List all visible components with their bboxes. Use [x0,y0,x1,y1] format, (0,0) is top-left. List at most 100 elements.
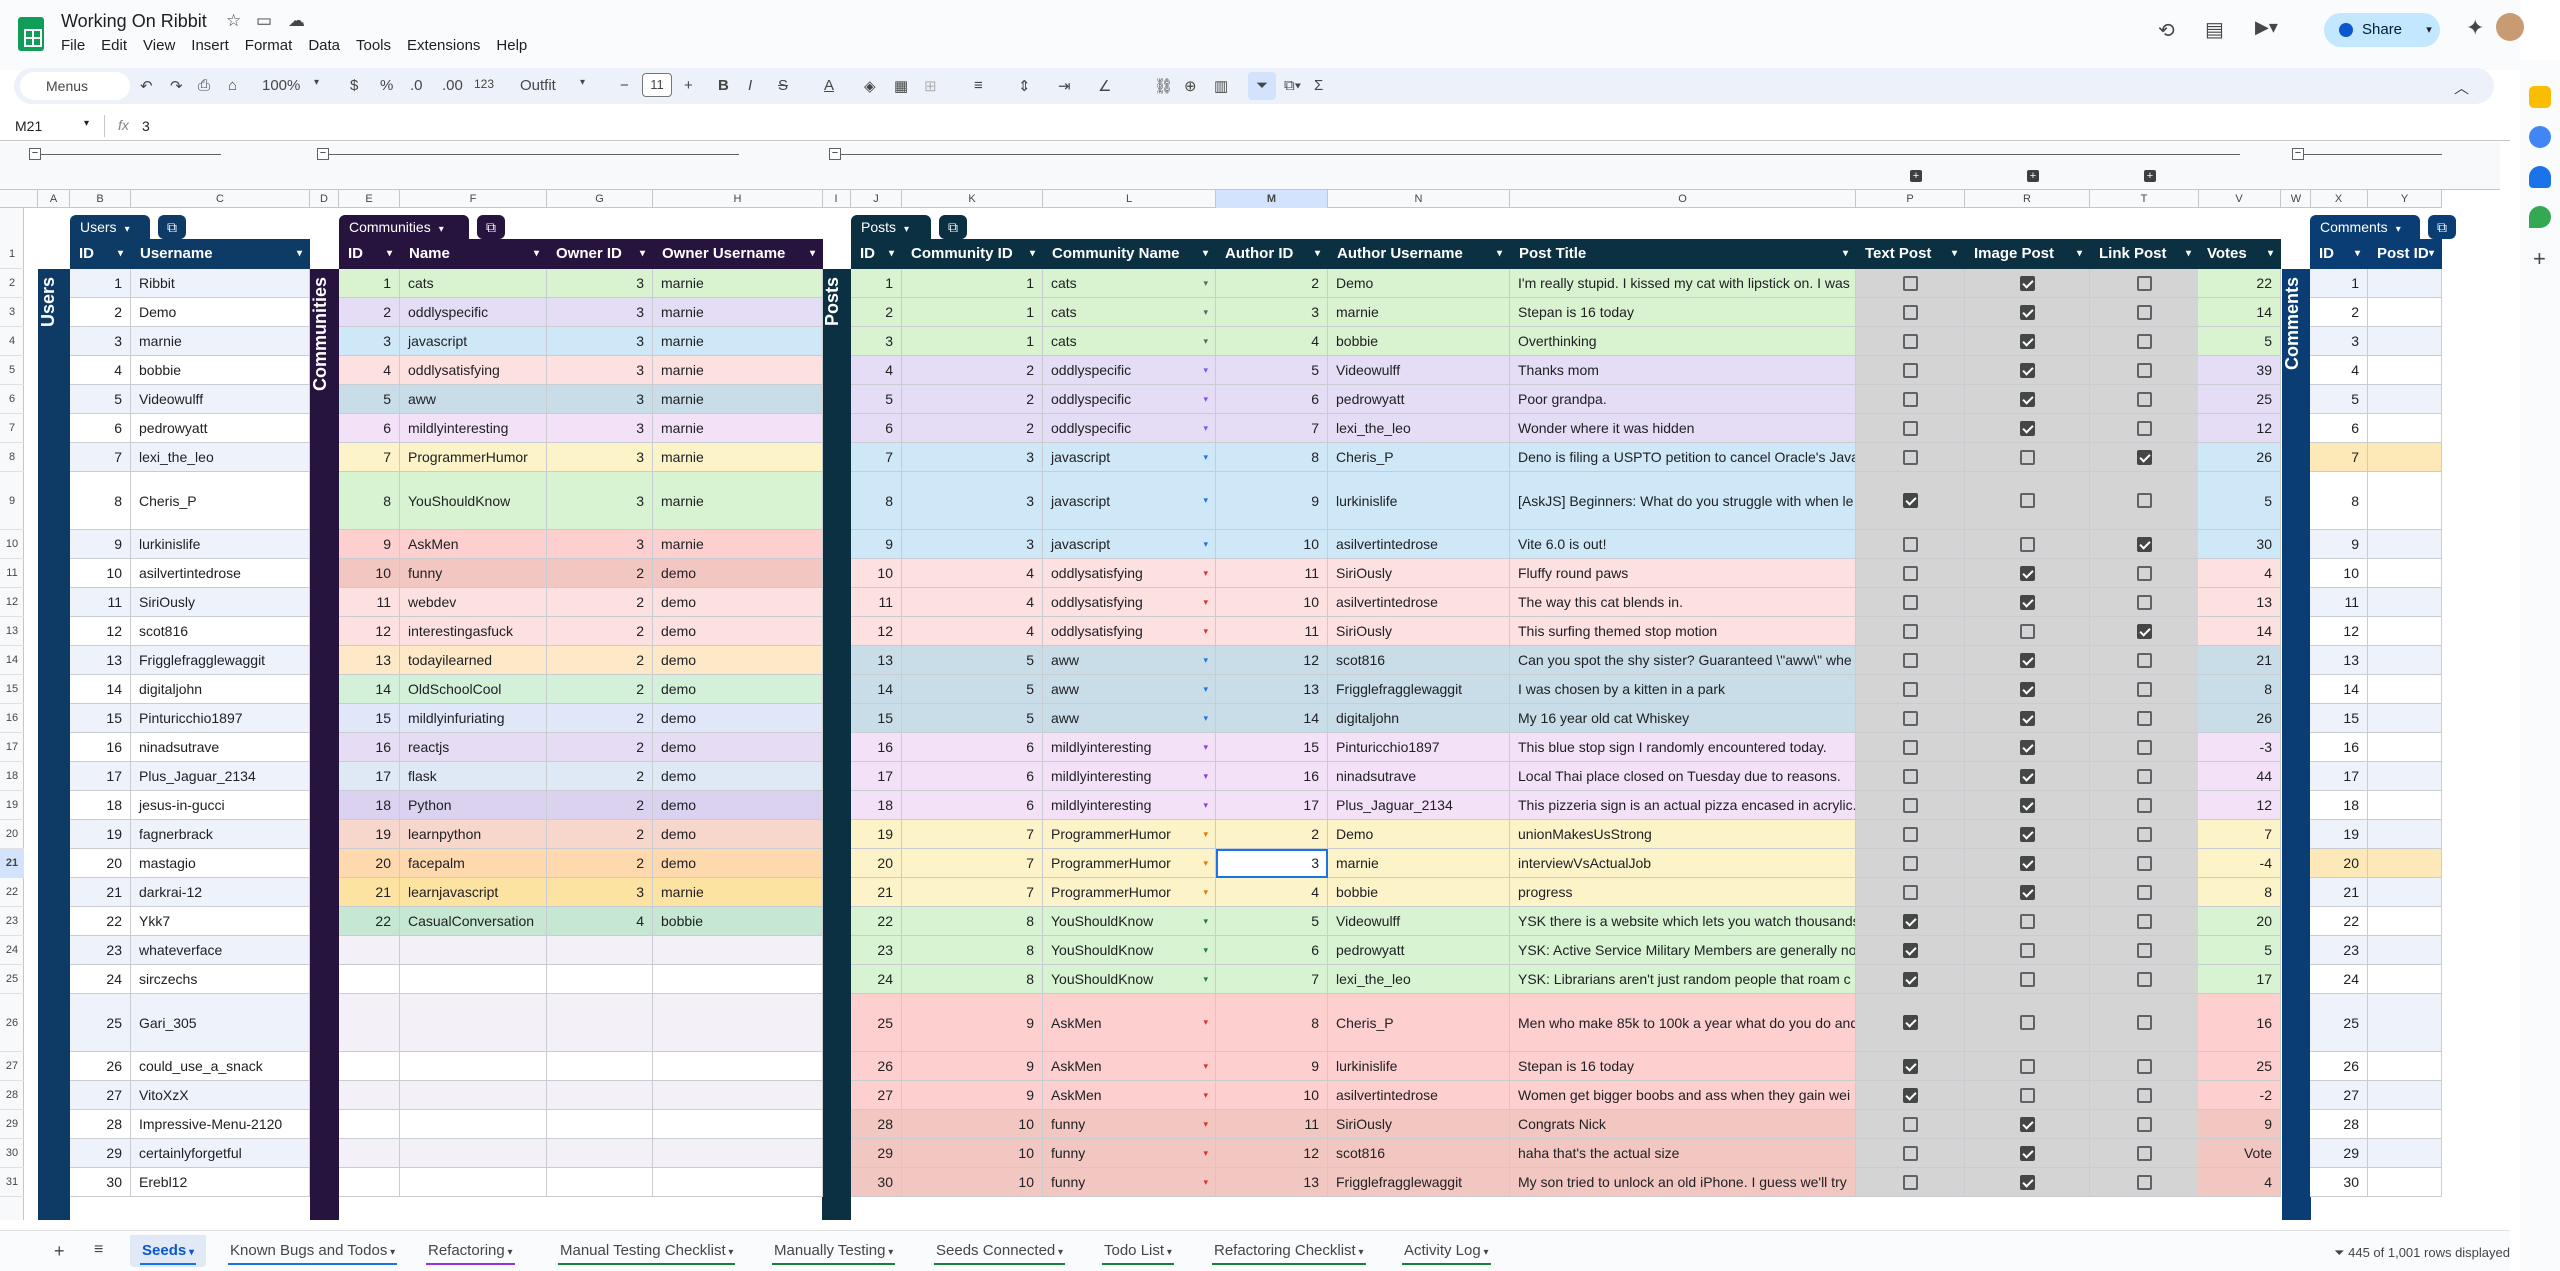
functions-button[interactable]: Σ [1314,77,1323,94]
add-addon-icon[interactable]: + [2533,246,2546,272]
checkbox[interactable] [2136,420,2152,436]
communities-owner-id-cell[interactable] [547,994,653,1052]
posts-image-post-cell[interactable] [1965,588,2090,617]
posts-community-id-cell[interactable]: 10 [902,1110,1043,1139]
gemini-icon[interactable]: ✦ [2466,15,2484,41]
users-username-cell[interactable]: asilvertintedrose [131,559,310,588]
checkbox[interactable] [2136,1116,2152,1132]
users-id-cell[interactable]: 8 [70,472,131,530]
posts-text-post-cell[interactable] [1856,1110,1965,1139]
comments-id-cell[interactable]: 3 [2310,327,2368,356]
chevron-down-icon[interactable]: ▾ [439,224,444,235]
comments-post-id-cell[interactable] [2368,878,2442,907]
posts-link-post-cell[interactable] [2090,791,2199,820]
posts-author-username-cell[interactable]: Frigglefragglewaggit [1328,675,1510,704]
posts-author-id-cell[interactable]: 6 [1216,936,1328,965]
users-username-cell[interactable]: Demo [131,298,310,327]
posts-id-cell[interactable]: 2 [851,298,902,327]
users-username-cell[interactable]: darkrai-12 [131,878,310,907]
posts-community-name-dropdown[interactable]: mildlyinteresting ▾ [1043,762,1216,791]
comments-icon[interactable]: ▤ [2205,17,2224,42]
comments-post-id-cell[interactable] [2368,327,2442,356]
dropdown-arrow-icon[interactable]: ▾ [1203,568,1208,579]
posts-community-name-dropdown[interactable]: oddlysatisfying ▾ [1043,588,1216,617]
decrease-decimal-button[interactable]: .0 [410,77,423,94]
posts-community-name-dropdown[interactable]: oddlysatisfying ▾ [1043,617,1216,646]
posts-text-post-cell[interactable] [1856,414,1965,443]
row-header-16[interactable]: 16 [0,704,24,733]
row-header-24[interactable]: 24 [0,936,24,965]
chevron-down-icon[interactable]: ▾ [726,1247,733,1258]
print-icon[interactable]: ⎙ [198,77,210,94]
communities-owner-username-cell[interactable]: marnie [653,385,823,414]
comments-post-id-cell[interactable] [2368,559,2442,588]
share-dropdown-button[interactable]: ▾ [2418,13,2440,47]
users-id-cell[interactable]: 6 [70,414,131,443]
tab-seeds-connected[interactable]: Seeds Connected ▾ [924,1235,1075,1267]
dropdown-arrow-icon[interactable]: ▾ [1203,495,1208,506]
version-history-icon[interactable]: ⟲ [2158,18,2175,43]
posts-author-id-cell[interactable]: 7 [1216,965,1328,994]
communities-name-cell[interactable]: mildlyinfuriating [400,704,547,733]
comments-id-cell[interactable]: 27 [2310,1081,2368,1110]
posts-text-post-cell[interactable] [1856,617,1965,646]
posts-votes-cell[interactable]: 4 [2198,1168,2281,1197]
posts-community-id-cell[interactable]: 2 [902,414,1043,443]
users-id-cell[interactable]: 4 [70,356,131,385]
users-username-cell[interactable]: Videowulff [131,385,310,414]
posts-text-post-cell[interactable] [1856,356,1965,385]
comments-post-id-cell[interactable] [2368,1139,2442,1168]
dropdown-arrow-icon[interactable]: ▾ [1203,742,1208,753]
users-id-cell[interactable]: 24 [70,965,131,994]
comments-post-id-cell[interactable] [2368,704,2442,733]
communities-owner-id-cell[interactable]: 3 [547,472,653,530]
posts-image-post-cell[interactable] [1965,704,2090,733]
posts-text-post-cell[interactable] [1856,1139,1965,1168]
posts-id-cell[interactable]: 12 [851,617,902,646]
comments-post-id-cell[interactable] [2368,849,2442,878]
collapse-group-button[interactable]: − [29,148,41,160]
communities-name-cell[interactable] [400,936,547,965]
comments-id-cell[interactable]: 18 [2310,791,2368,820]
checkbox[interactable] [2136,391,2152,407]
posts-text-post-cell[interactable] [1856,849,1965,878]
posts-title-cell[interactable]: I was chosen by a kitten in a park [1510,675,1856,704]
posts-image-post-cell[interactable] [1965,414,2090,443]
checkbox[interactable] [1902,652,1918,668]
communities-owner-id-cell[interactable]: 3 [547,878,653,907]
users-id-cell[interactable]: 5 [70,385,131,414]
posts-community-name-dropdown[interactable]: mildlyinteresting ▾ [1043,791,1216,820]
posts-votes-cell[interactable]: 44 [2198,762,2281,791]
posts-author-username-cell[interactable]: marnie [1328,298,1510,327]
dropdown-arrow-icon[interactable]: ▾ [1203,336,1208,347]
posts-image-post-cell[interactable] [1965,965,2090,994]
comments-id-cell[interactable]: 6 [2310,414,2368,443]
comments-table-title[interactable]: Comments ▾ [2310,215,2420,239]
column-header-r[interactable]: R [1965,190,2090,208]
posts-community-id-cell[interactable]: 5 [902,646,1043,675]
posts-header-author-id[interactable]: Author ID ▾ [1216,239,1328,269]
users-id-cell[interactable]: 20 [70,849,131,878]
posts-votes-cell[interactable]: 21 [2198,646,2281,675]
posts-link-post-cell[interactable] [2090,733,2199,762]
posts-author-username-cell[interactable]: pedrowyatt [1328,936,1510,965]
communities-owner-id-cell[interactable]: 3 [547,414,653,443]
filter-dropdown-icon[interactable]: ▾ [2186,239,2191,269]
filter-icon[interactable]: ⏷ [1248,72,1276,100]
posts-votes-cell[interactable]: 4 [2198,559,2281,588]
posts-image-post-cell[interactable] [1965,733,2090,762]
row-header-2[interactable]: 2 [0,269,24,298]
users-username-cell[interactable]: Ribbit [131,269,310,298]
users-username-cell[interactable]: Gari_305 [131,994,310,1052]
posts-community-id-cell[interactable]: 9 [902,1081,1043,1110]
posts-title-cell[interactable]: This blue stop sign I randomly encounter… [1510,733,1856,762]
dropdown-arrow-icon[interactable]: ▾ [1203,539,1208,550]
comments-table-menu-icon[interactable]: ⧉ [2428,215,2456,239]
checkbox[interactable] [1902,333,1918,349]
checkbox[interactable] [2136,536,2152,552]
communities-id-cell[interactable] [339,1052,400,1081]
column-header-e[interactable]: E [339,190,400,208]
checkbox[interactable] [2019,1116,2035,1132]
checkbox[interactable] [2136,493,2152,508]
checkbox[interactable] [1902,565,1918,581]
